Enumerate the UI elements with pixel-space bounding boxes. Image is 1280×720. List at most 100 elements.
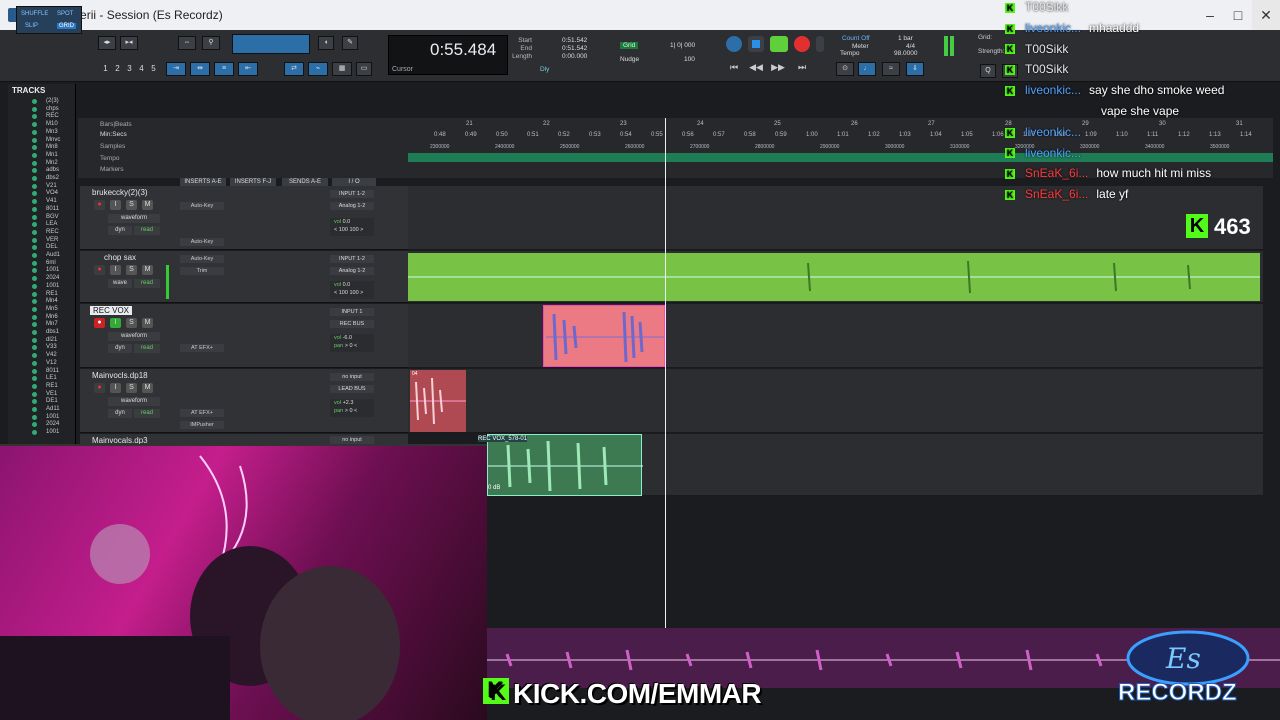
input-monitor-button[interactable]: I (110, 265, 121, 275)
volume-pan-box[interactable]: vol -6.0 pan > 0 < (330, 334, 374, 352)
track-visibility-dot[interactable] (32, 129, 37, 135)
end-value[interactable]: 0:51.542 (562, 45, 587, 52)
track-list-item[interactable]: Mn7 (46, 321, 58, 328)
track-list-item[interactable]: VER (46, 237, 58, 244)
zoomer-tool-icon[interactable]: ⚲ (202, 36, 220, 50)
tempo-value[interactable]: 98.0000 (894, 50, 918, 57)
track-header-4[interactable]: Mainvocls.dp18 ● I S M waveform dyn read… (80, 369, 408, 433)
dly-label[interactable]: Dly (540, 66, 549, 73)
output-selector[interactable]: REC BUS (330, 320, 374, 328)
chat-username[interactable]: liveonkic... (1025, 125, 1081, 139)
playhead-cursor[interactable] (665, 118, 666, 628)
track-visibility-dot[interactable] (32, 283, 37, 289)
track-visibility-dot[interactable] (32, 383, 37, 389)
track-list-item[interactable]: 8011 (46, 368, 59, 375)
track-list-item[interactable]: DE1 (46, 398, 58, 405)
track-visibility-dot[interactable] (32, 391, 37, 397)
track-list-item[interactable]: Mn8 (46, 144, 58, 151)
track-list-item[interactable]: 6ml (46, 260, 56, 267)
link-track-icon[interactable]: ≡ (214, 62, 234, 76)
chat-username[interactable]: liveonkic... (1025, 146, 1081, 160)
input-monitor-button[interactable]: I (110, 383, 121, 393)
go-to-start-icon[interactable]: ⏮ (726, 62, 742, 74)
track-visibility-dot[interactable] (32, 152, 37, 158)
track-list-item[interactable]: V21 (46, 183, 57, 190)
track-list-item[interactable]: Mnvc (46, 137, 60, 144)
maximize-button[interactable]: □ (1224, 0, 1252, 30)
track-list-item[interactable]: 1001 (46, 414, 59, 421)
link-timeline-icon[interactable]: ⇹ (190, 62, 210, 76)
track-list-item[interactable]: BGV (46, 214, 59, 221)
track-list-item[interactable]: Mn1 (46, 152, 58, 159)
track-list-item[interactable]: V12 (46, 360, 57, 367)
grid-mode-button[interactable]: GRID (57, 23, 76, 29)
volume-pan-box[interactable]: vol +2.3 pan > 0 < (330, 399, 374, 417)
automation-mode[interactable]: read (134, 344, 160, 353)
insert-slot[interactable]: Auto-Key (180, 202, 224, 210)
track-list-item[interactable]: 1001 (46, 283, 59, 290)
zoom-preset-1[interactable]: 1 (100, 64, 111, 75)
track-name[interactable]: chop sax (104, 253, 136, 262)
track-name[interactable]: Mainvocls.dp18 (92, 371, 148, 380)
track-list-item[interactable]: DEL (46, 244, 58, 251)
dyn-button[interactable]: dyn (108, 409, 132, 418)
dyn-button[interactable]: dyn (108, 344, 132, 353)
track-list-item[interactable]: Ad11 (46, 406, 60, 413)
track-visibility-dot[interactable] (32, 414, 37, 420)
track-list-item[interactable]: V41 (46, 198, 57, 205)
track-visibility-dot[interactable] (32, 183, 37, 189)
ruler-markers[interactable]: Markers (100, 166, 123, 173)
track-visibility-dot[interactable] (32, 330, 37, 335)
insert-slot[interactable]: AT EFX+ (180, 409, 224, 417)
track-visibility-dot[interactable] (32, 314, 37, 320)
go-to-end-icon[interactable]: ⏭ (794, 62, 810, 74)
track-header-1[interactable]: brukeccky(2)(3) ● I S M waveform dyn rea… (80, 186, 408, 250)
insert-slot[interactable]: Auto-Key (180, 255, 224, 263)
track-visibility-dot[interactable] (32, 237, 37, 243)
smart-tool-group[interactable] (232, 34, 310, 54)
track-visibility-dot[interactable] (32, 106, 37, 112)
track-name[interactable]: brukeccky(2)(3) (92, 188, 148, 197)
track-list-item[interactable]: 1001 (46, 429, 59, 436)
track-list-item[interactable]: VO4 (46, 190, 58, 197)
chat-username[interactable]: liveonkic... (1025, 83, 1081, 97)
track-list-item[interactable]: Mn6 (46, 314, 58, 321)
nudge-value[interactable]: 100 (684, 56, 695, 63)
audio-clip-rec-vox-578[interactable]: REC VOX_578-01 0 dB (478, 434, 643, 496)
chat-username[interactable]: SnEaK_6i... (1025, 187, 1088, 201)
track-view-select[interactable]: wave (108, 279, 132, 288)
mute-button[interactable]: M (142, 383, 153, 393)
bar-label[interactable]: 1 bar (898, 35, 913, 42)
count-in-icon[interactable] (816, 36, 824, 52)
track-visibility-dot[interactable] (32, 291, 37, 297)
zoom-in-icon[interactable]: ▸◂ (120, 36, 138, 50)
volume-pan-box[interactable]: vol 0.0 < 100 100 > (330, 281, 374, 299)
track-list-item[interactable]: chps (46, 106, 59, 113)
metronome-icon[interactable]: ♩ (858, 62, 876, 76)
markers-bar[interactable] (408, 153, 1273, 162)
track-visibility-dot[interactable] (32, 260, 37, 266)
fast-forward-icon[interactable]: ▶▶ (770, 62, 786, 74)
track-header-2[interactable]: chop sax ● I S M wave read Auto-Key Trim… (80, 251, 408, 303)
scrubber-tool-icon[interactable]: ◖ (318, 36, 334, 50)
solo-button[interactable]: S (126, 318, 137, 328)
input-monitor-button[interactable]: I (110, 318, 121, 328)
track-list-item[interactable]: VE1 (46, 391, 57, 398)
track-lane-5[interactable]: REC VOX_578-01 0 dB (478, 434, 1263, 496)
ruler-tempo[interactable]: Tempo (100, 155, 120, 162)
track-lane-2[interactable] (408, 251, 1263, 303)
grid-lines-icon[interactable]: ▦ (332, 62, 352, 76)
mute-button[interactable]: M (142, 318, 153, 328)
track-view-select[interactable]: waveform (108, 214, 160, 223)
quantize-icon[interactable]: Q (980, 64, 996, 78)
stop-icon[interactable] (748, 36, 764, 52)
dyn-button[interactable]: dyn (108, 226, 132, 235)
nudge-label[interactable]: Nudge (620, 56, 639, 63)
track-visibility-dot[interactable] (32, 360, 37, 366)
zoom-preset-5[interactable]: 5 (148, 64, 159, 75)
track-list-item[interactable]: Mn5 (46, 306, 58, 313)
track-visibility-dot[interactable] (32, 214, 37, 220)
mirror-midi-icon[interactable]: ⇄ (284, 62, 304, 76)
track-name[interactable]: REC VOX (90, 306, 133, 315)
pencil-tool-icon[interactable]: ✎ (342, 36, 358, 50)
